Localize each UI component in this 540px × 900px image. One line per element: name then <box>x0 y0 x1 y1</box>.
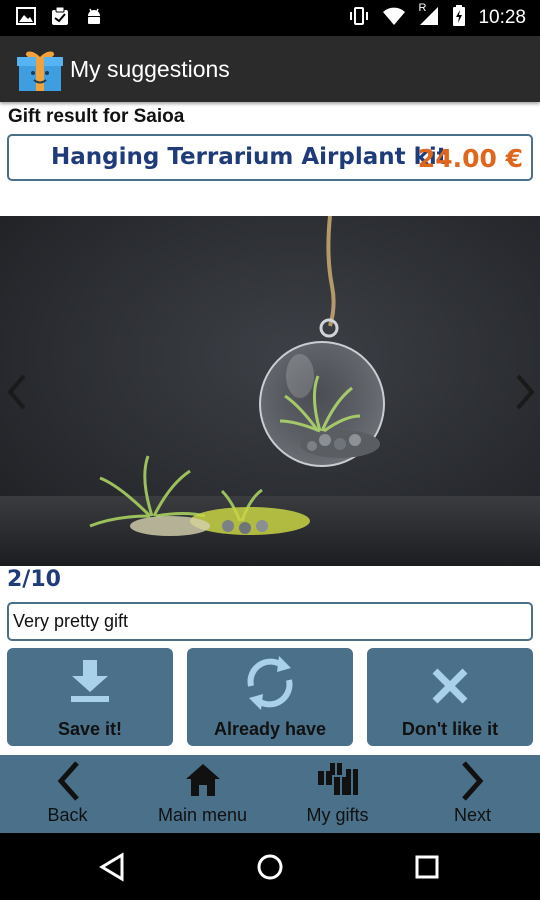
screen: R 10:28 My suggestions Gift result for S <box>0 0 540 900</box>
clipboard-check-icon <box>50 6 70 31</box>
back-triangle-icon[interactable] <box>96 849 132 885</box>
chevron-left-icon <box>53 759 83 808</box>
nav-main-menu-label: Main menu <box>157 805 248 825</box>
bottom-nav: Back Main menu My gifts Next <box>0 755 540 833</box>
nav-next-label: Next <box>453 805 491 825</box>
dislike-button-label: Don't like it <box>401 719 499 739</box>
comment-input[interactable] <box>7 602 533 641</box>
download-icon <box>68 658 112 709</box>
nav-back-button[interactable]: Back <box>0 755 135 833</box>
refresh-icon <box>239 652 301 719</box>
save-button[interactable]: Save it! <box>7 648 173 746</box>
chevron-right-icon <box>458 759 488 808</box>
gift-box-icon <box>16 45 64 93</box>
android-icon <box>84 6 104 31</box>
prev-image-icon[interactable] <box>2 372 32 412</box>
close-icon <box>430 666 470 711</box>
already-have-button-label: Already have <box>213 719 327 739</box>
dislike-button[interactable]: Don't like it <box>367 648 533 746</box>
recents-square-icon[interactable] <box>409 849 445 885</box>
nav-my-gifts-label: My gifts <box>306 805 369 825</box>
roaming-indicator: R <box>418 1 427 14</box>
image-counter: 2/10 <box>7 567 61 592</box>
battery-charging-icon <box>452 4 466 32</box>
save-button-label: Save it! <box>57 719 123 739</box>
home-circle-icon[interactable] <box>252 849 288 885</box>
already-have-button[interactable]: Already have <box>187 648 353 746</box>
signal-roaming-icon: R <box>418 2 440 31</box>
home-icon <box>185 763 221 802</box>
nav-back-label: Back <box>47 805 88 825</box>
nav-next-button[interactable]: Next <box>405 755 540 833</box>
product-name: Hanging Terrarium Airplant kit <box>51 144 448 170</box>
nav-my-gifts-button[interactable]: My gifts <box>270 755 405 833</box>
nav-main-menu-button[interactable]: Main menu <box>135 755 270 833</box>
app-title: My suggestions <box>70 55 230 82</box>
system-nav-bar <box>0 833 540 900</box>
product-image[interactable] <box>0 216 540 566</box>
clock: 10:28 <box>478 7 526 28</box>
next-image-icon[interactable] <box>510 372 540 412</box>
product-header: Hanging Terrarium Airplant kit 24.00 € <box>7 134 533 181</box>
app-bar: My suggestions <box>0 36 540 102</box>
vibrate-icon <box>348 6 370 31</box>
product-price: 24.00 € <box>417 144 523 173</box>
wifi-icon <box>382 6 406 31</box>
recipient-line: Gift result for Saioa <box>8 106 185 127</box>
gifts-icon <box>316 761 360 802</box>
status-bar: R 10:28 <box>0 0 540 36</box>
image-icon <box>16 6 36 30</box>
